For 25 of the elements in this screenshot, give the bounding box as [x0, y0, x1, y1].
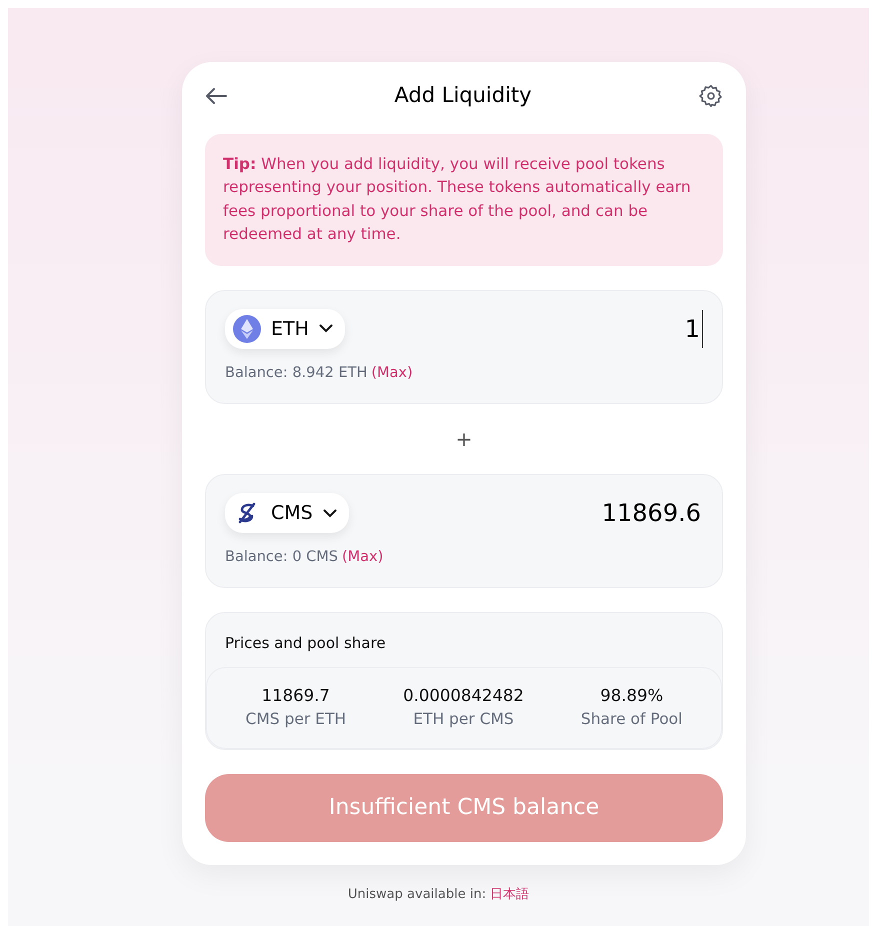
price-label: Share of Pool: [580, 709, 684, 730]
amount-input[interactable]: 1: [503, 310, 703, 348]
price-value: 0.0000842482: [402, 684, 525, 706]
max-link[interactable]: (Max): [342, 547, 384, 569]
token-select[interactable]: ETH: [225, 308, 345, 349]
chevron-down-icon: [322, 508, 337, 518]
language-link[interactable]: 日本語: [490, 884, 530, 904]
balance-text: Balance: 0 CMS: [225, 548, 338, 568]
settings-icon[interactable]: [698, 84, 723, 108]
amount-input[interactable]: 11869.6: [503, 494, 703, 532]
back-arrow-icon[interactable]: [205, 86, 227, 105]
ethereum-icon: [233, 314, 261, 343]
page-title: Add Liquidity: [394, 82, 532, 109]
chevron-down-icon: [318, 324, 333, 334]
price-label: ETH per CMS: [412, 709, 515, 730]
price-value: 98.89%: [599, 684, 664, 706]
tip-message: Tip: When you add liquidity, you will receive pool tokens representing your position. These tokens automatically earn fees proportional to your share of the pool, and can be redeemed at any time.: [205, 134, 723, 266]
plus-sign: +: [454, 426, 474, 453]
footer-text: Uniswap available in:: [348, 886, 486, 904]
balance-text: Balance: 8.942 ETH: [225, 364, 368, 383]
max-link[interactable]: (Max): [371, 363, 413, 385]
token-select[interactable]: CMS: [225, 492, 349, 534]
price-value: 11869.7: [260, 684, 331, 706]
price-label: CMS per ETH: [244, 709, 348, 730]
prices-title: Prices and pool share: [224, 633, 387, 654]
